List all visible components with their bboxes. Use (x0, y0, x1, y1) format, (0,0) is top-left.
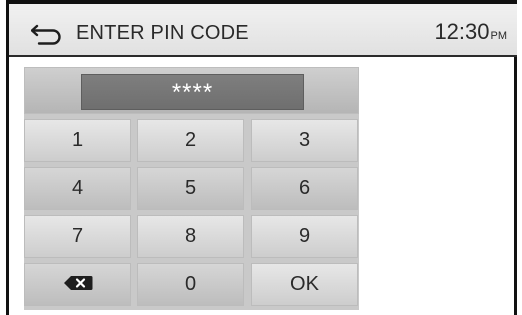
ok-button[interactable]: OK (251, 263, 358, 306)
key-5[interactable]: 5 (137, 167, 244, 210)
back-button[interactable] (31, 22, 63, 46)
key-2[interactable]: 2 (137, 119, 244, 162)
key-8[interactable]: 8 (137, 215, 244, 258)
back-arrow-icon (31, 24, 61, 45)
pin-entry-screen: ENTER PIN CODE 12:30PM **** 1 2 3 4 5 6 … (0, 0, 522, 315)
key-6[interactable]: 6 (251, 167, 358, 210)
header-bar: ENTER PIN CODE 12:30PM (9, 4, 517, 57)
pin-display-bar: **** (24, 67, 359, 114)
pin-keypad: **** 1 2 3 4 5 6 7 8 9 0 OK (24, 67, 359, 310)
clock-ampm: PM (490, 30, 508, 42)
clock: 12:30PM (434, 19, 507, 45)
backspace-button[interactable] (24, 263, 131, 306)
key-7[interactable]: 7 (24, 215, 131, 258)
pin-display-field: **** (81, 74, 304, 110)
backspace-icon (63, 276, 92, 291)
page-title: ENTER PIN CODE (76, 22, 249, 44)
key-9[interactable]: 9 (251, 215, 358, 258)
clock-time: 12:30 (434, 19, 490, 44)
key-4[interactable]: 4 (24, 167, 131, 210)
key-0[interactable]: 0 (137, 263, 244, 306)
key-3[interactable]: 3 (251, 119, 358, 162)
key-1[interactable]: 1 (24, 119, 131, 162)
